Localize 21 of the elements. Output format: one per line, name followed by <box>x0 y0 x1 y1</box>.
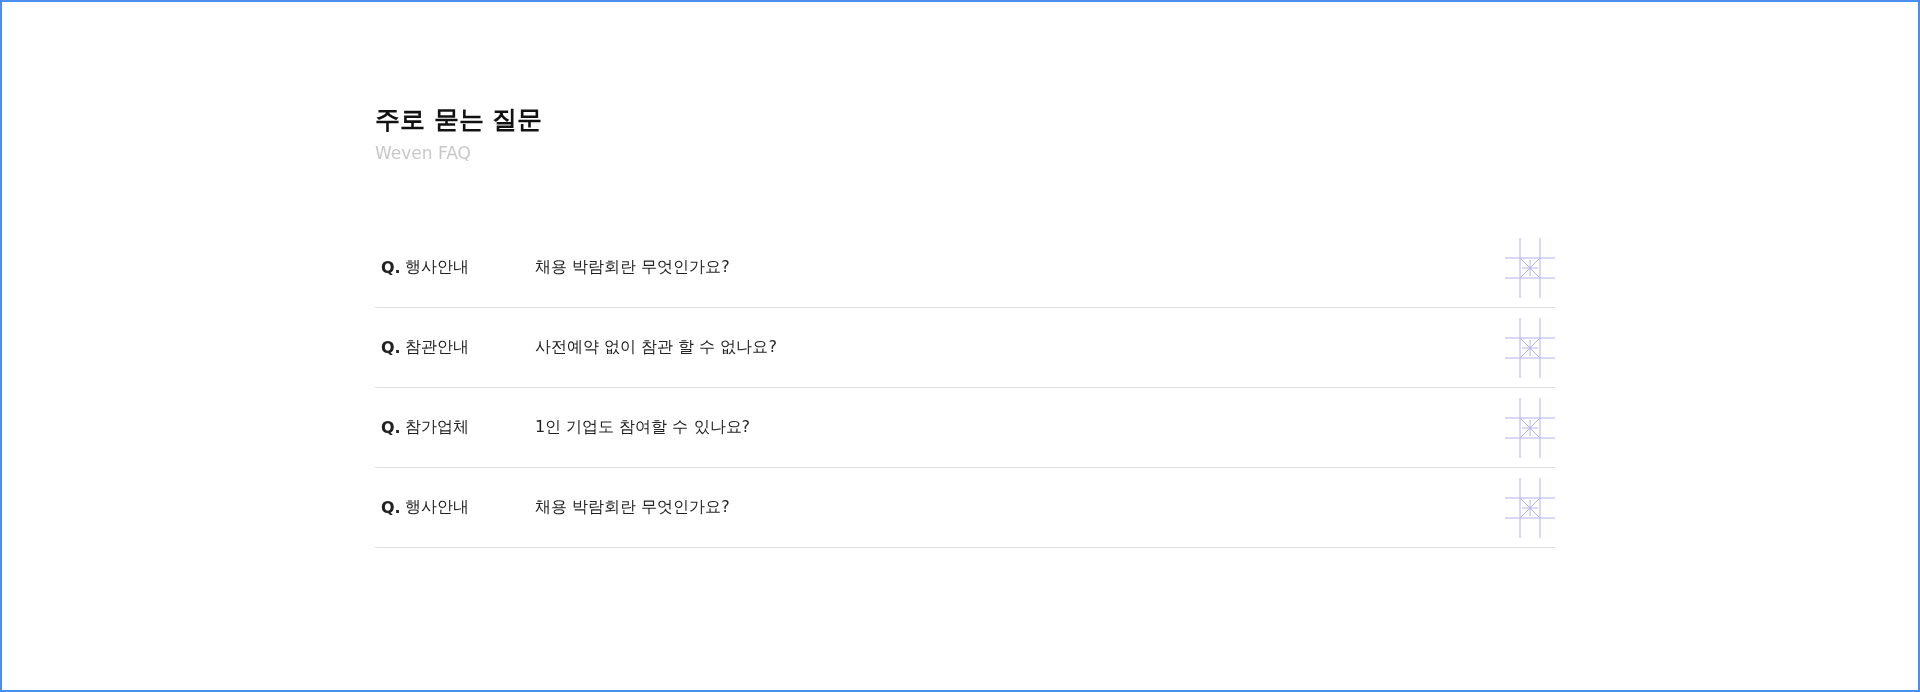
faq-question: 사전예약 없이 참관 할 수 없나요? <box>535 337 778 358</box>
faq-category: 행사안내 <box>405 497 470 518</box>
question-prefix: Q. <box>381 338 402 357</box>
question-prefix: Q. <box>381 418 402 437</box>
section-title: 주로 묻는 질문 <box>375 105 544 135</box>
faq-category: 행사안내 <box>405 257 470 278</box>
faq-category: 참가업체 <box>405 417 470 438</box>
faq-item[interactable]: Q. 참가업체 1인 기업도 참여할 수 있나요? <box>375 388 1555 468</box>
question-prefix: Q. <box>381 258 402 277</box>
faq-category: 참관안내 <box>405 337 470 358</box>
faq-question: 1인 기업도 참여할 수 있나요? <box>535 417 751 438</box>
faq-item[interactable]: Q. 행사안내 채용 박람회란 무엇인가요? <box>375 468 1555 548</box>
star-grid-icon[interactable] <box>1505 477 1555 538</box>
star-grid-icon[interactable] <box>1505 237 1555 298</box>
star-grid-icon[interactable] <box>1505 397 1555 458</box>
faq-item[interactable]: Q. 행사안내 채용 박람회란 무엇인가요? <box>375 228 1555 308</box>
faq-question: 채용 박람회란 무엇인가요? <box>535 497 731 518</box>
faq-question: 채용 박람회란 무엇인가요? <box>535 257 731 278</box>
star-grid-icon[interactable] <box>1505 317 1555 378</box>
question-prefix: Q. <box>381 498 402 517</box>
faq-item[interactable]: Q. 참관안내 사전예약 없이 참관 할 수 없나요? <box>375 308 1555 388</box>
